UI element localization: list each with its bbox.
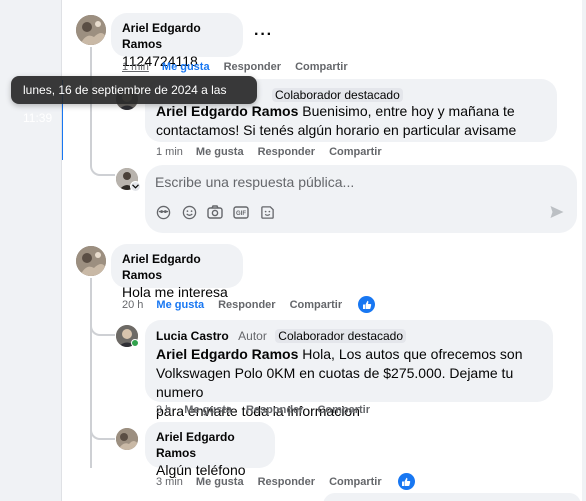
avatar[interactable] [76,246,106,276]
status-badge: Colaborador destacado [272,88,403,102]
svg-text:GIF: GIF [236,211,246,217]
avatar[interactable] [116,428,138,450]
thread-elbow-reply2 [90,310,115,336]
comment-timestamp[interactable]: 20 h [122,299,143,311]
reply-text-line2: Volkswagen Polo 0KM en cuotas de $275.00… [156,365,514,400]
composer-toolbar: GIF [155,204,285,220]
chevron-down-icon[interactable] [130,181,141,192]
comment-author[interactable]: Ariel Edgardo Ramos [122,251,231,283]
reply-bubble: Ariel Edgardo Ramos Algún teléfono [145,422,275,478]
reply-author[interactable]: Ariel Edgardo Ramos [156,429,263,461]
reply-text-line1: Buenisimo, entre hoy y mañana te [302,103,515,119]
reply-button[interactable]: Responder [218,299,275,311]
reply-text-line2: contactamos! Si tenés algún horario en p… [156,122,517,138]
gif-icon[interactable]: GIF [233,204,249,220]
reply-author[interactable]: Lucia Castro [156,329,229,343]
camera-icon[interactable] [207,204,223,220]
reply-actions: 3 h Me gusta Responder Compartir [156,404,384,416]
more-options-icon[interactable]: ··· [254,26,273,44]
reply-input[interactable] [155,174,555,190]
author-label: Autor [238,329,267,343]
like-reaction-icon[interactable] [397,473,415,490]
like-button[interactable]: Me gusta [196,146,244,158]
reply-timestamp[interactable]: 3 min [156,476,183,488]
comment-bubble: Ariel Edgardo Ramos Hola me interesa [111,244,243,300]
thread-elbow-reply3 [90,418,115,440]
reply-text-line1: Hola, Los autos que ofrecemos son [302,346,523,362]
emoji-icon[interactable] [181,204,197,220]
sticker-icon[interactable] [259,204,275,220]
reply-timestamp[interactable]: 3 h [156,404,171,416]
like-button[interactable]: Me gusta [196,476,244,488]
like-button[interactable]: Me gusta [162,61,210,73]
comment-timestamp[interactable]: 1 min [122,61,149,73]
reply-button[interactable]: Responder [224,61,281,73]
send-icon[interactable] [549,204,565,220]
like-reaction-icon[interactable] [358,296,376,313]
mention-link[interactable]: Ariel Edgardo Ramos [156,103,298,119]
reply-text: Ariel Edgardo Ramos Buenisimo, entre hoy… [156,102,545,121]
thread-line-2 [90,278,92,468]
avatar-sticker-icon[interactable] [155,204,171,220]
online-status-indicator [131,339,139,347]
reply-header: Lucia Castro Autor Colaborador destacado [156,327,541,345]
share-button[interactable]: Compartir [329,476,382,488]
reply-bubble: Lucia Castro Autor Colaborador destacado… [145,320,553,419]
reply-timestamp[interactable]: 1 min [156,146,183,158]
thread-elbow-reply-box [90,150,115,176]
reply-button[interactable]: Responder [258,476,315,488]
reply-button[interactable]: Responder [258,146,315,158]
mention-link[interactable]: Ariel Edgardo Ramos [156,346,298,362]
timestamp-tooltip: lunes, 16 de septiembre de 2024 a las 11… [11,76,257,125]
like-button[interactable]: Me gusta [184,404,232,416]
partial-comment-bubble [323,493,581,501]
share-button[interactable]: Compartir [317,404,370,416]
share-button[interactable]: Compartir [290,299,343,311]
comment-author[interactable]: Ariel Edgardo Ramos [122,20,231,52]
comment-actions: 1 min Me gusta Responder Compartir [122,61,362,73]
avatar[interactable] [76,15,106,45]
reply-actions: 3 min Me gusta Responder Compartir [156,473,429,490]
comment-bubble: Ariel Edgardo Ramos 1124724118 [111,13,243,69]
status-badge: Colaborador destacado [275,329,407,343]
reply-text: Ariel Edgardo Ramos Hola, Los autos que … [156,345,541,364]
share-button[interactable]: Compartir [295,61,348,73]
like-button[interactable]: Me gusta [156,299,204,311]
reply-button[interactable]: Responder [246,404,303,416]
reply-actions: 1 min Me gusta Responder Compartir [156,146,396,158]
share-button[interactable]: Compartir [329,146,382,158]
reply-composer: GIF [145,165,577,233]
scrollbar-track[interactable] [582,0,586,501]
comment-actions: 20 h Me gusta Responder Compartir [122,296,389,313]
